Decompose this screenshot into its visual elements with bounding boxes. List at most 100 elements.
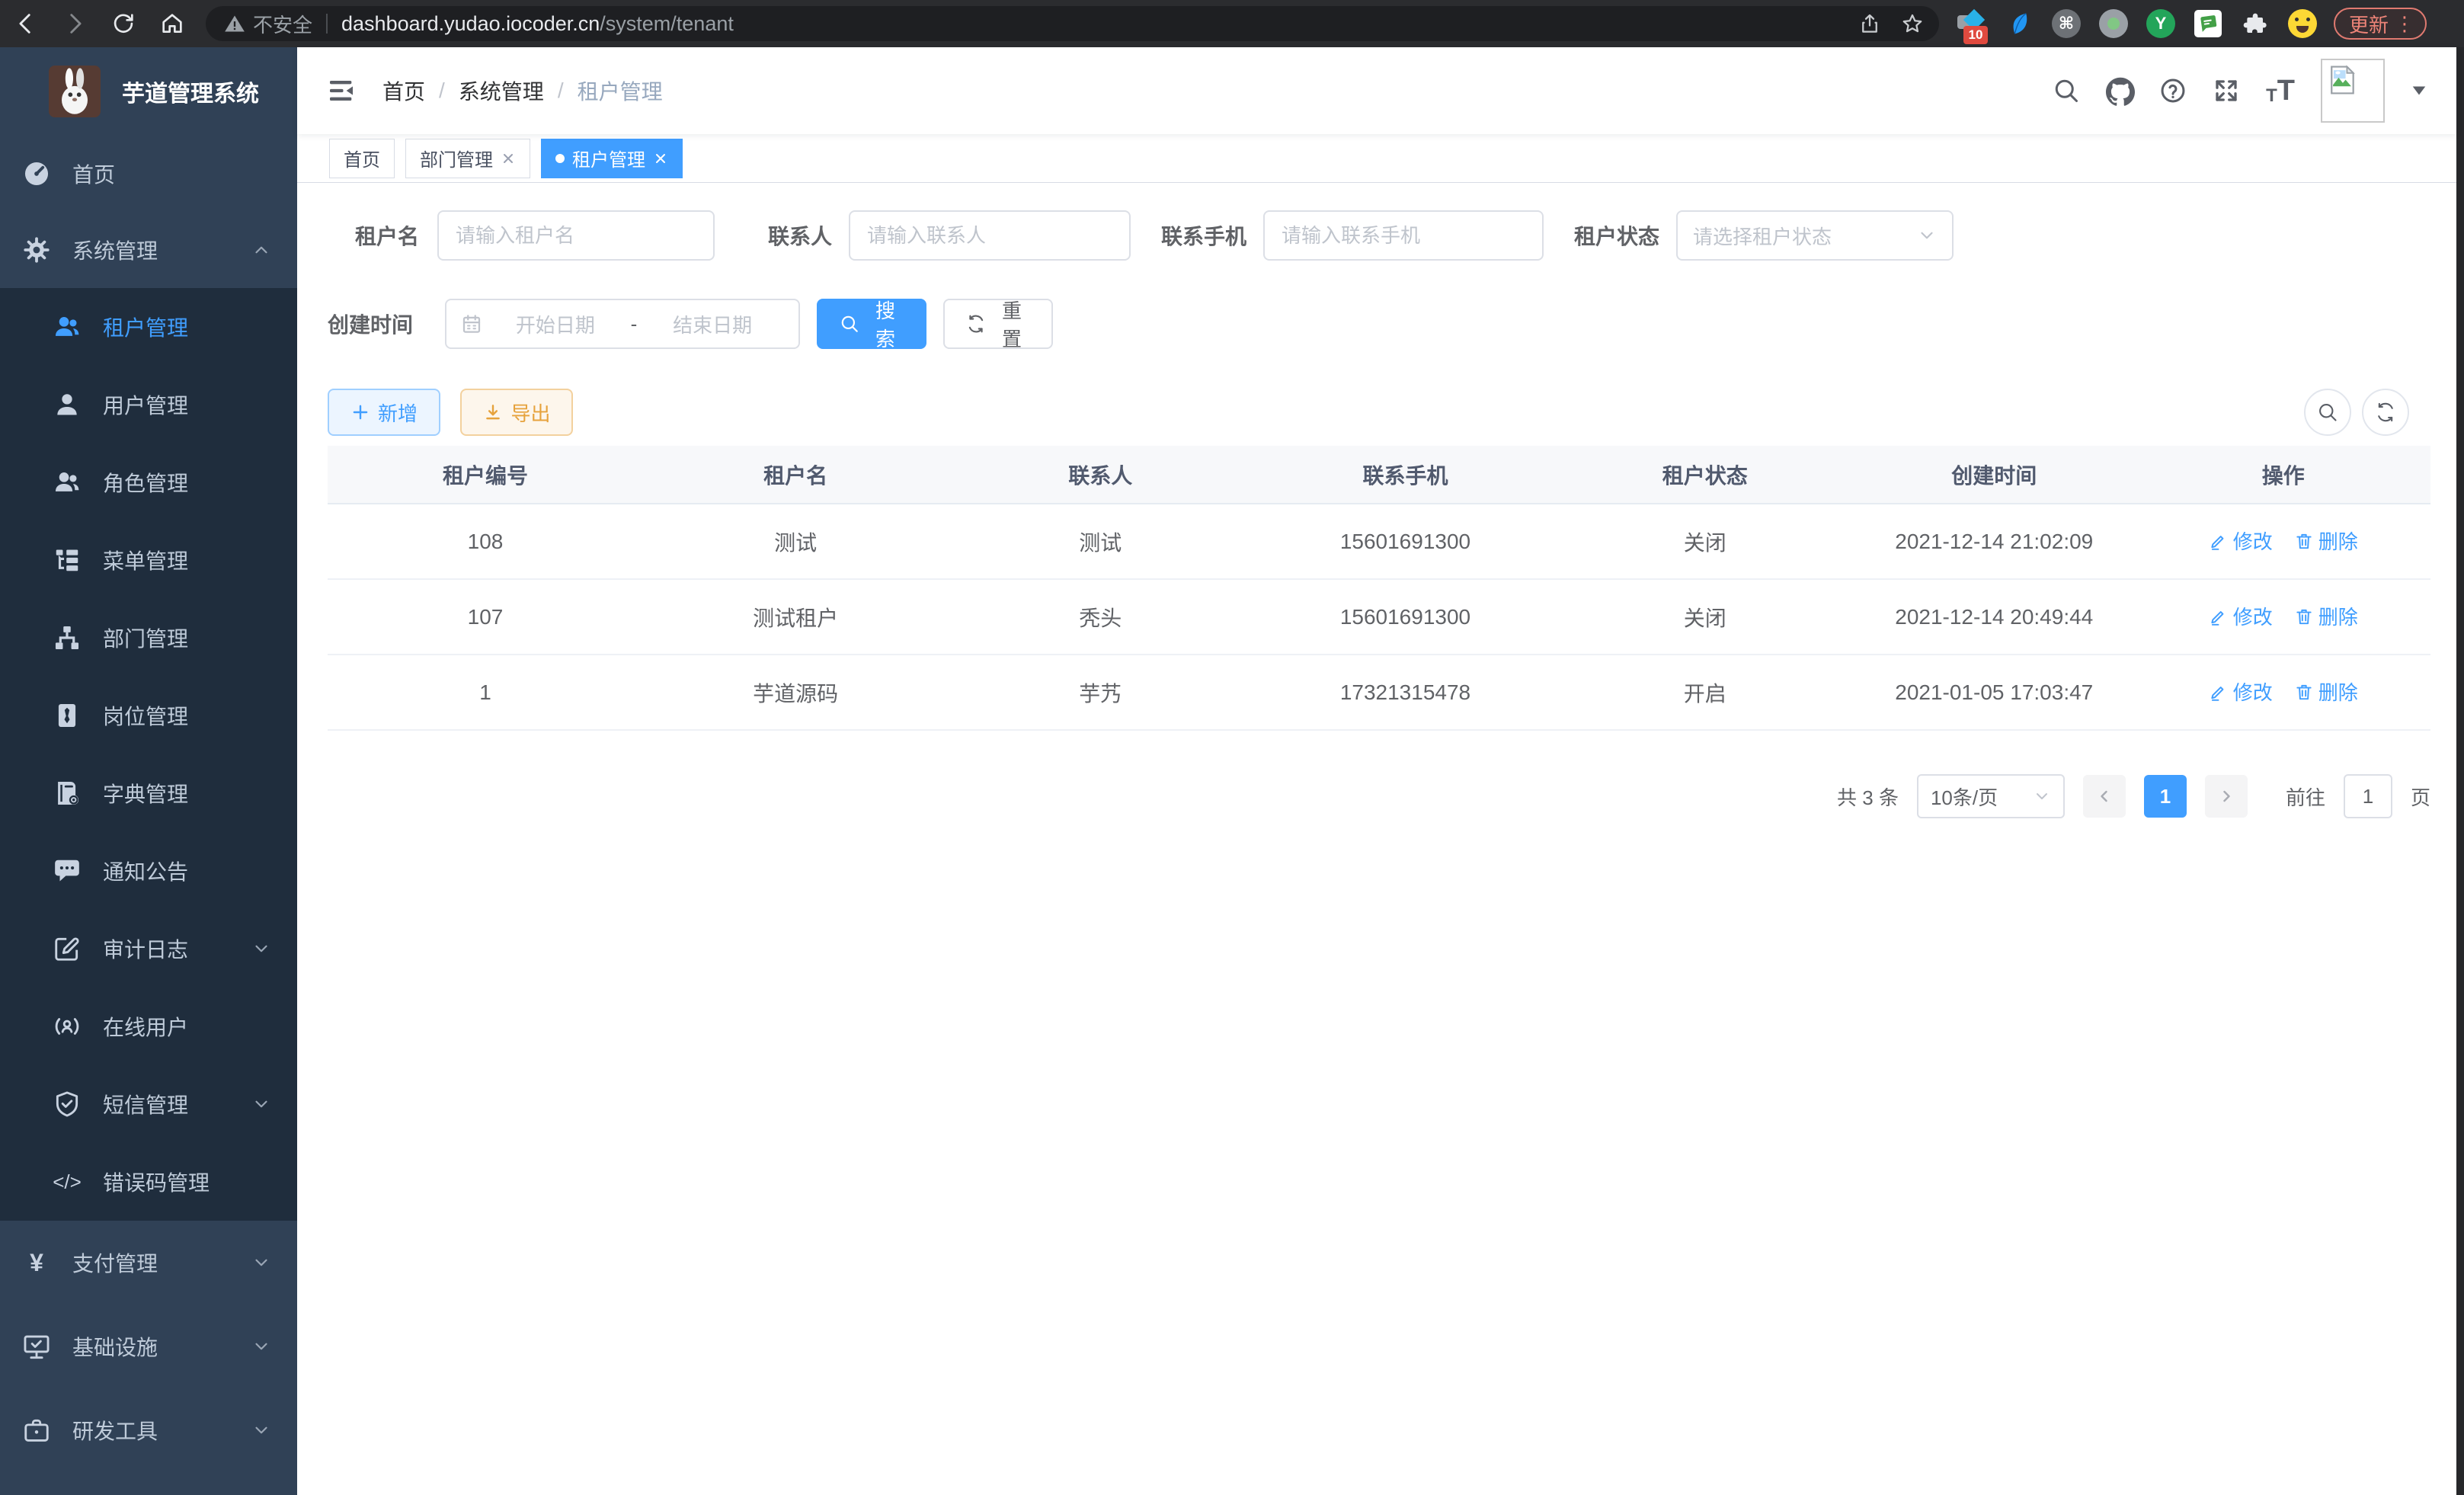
chevron-down-icon xyxy=(251,1253,271,1273)
contact-input[interactable] xyxy=(849,210,1131,261)
sidebar-item-home[interactable]: 首页 xyxy=(0,136,297,212)
sidebar-item-dict[interactable]: 字典管理 xyxy=(0,754,297,832)
system-submenu: 租户管理 用户管理 角色管理 菜单管理 部门管理 xyxy=(0,288,297,1221)
delete-link[interactable]: 删除 xyxy=(2294,602,2358,630)
chevron-right-icon xyxy=(2217,787,2235,805)
browser-menu-icon[interactable]: ⋮ xyxy=(2395,12,2414,36)
sidebar-item-sms[interactable]: 短信管理 xyxy=(0,1065,297,1143)
cell-tenant-id: 107 xyxy=(328,579,643,655)
tab-label: 首页 xyxy=(344,145,380,171)
font-size-button[interactable]: TT xyxy=(2266,76,2295,105)
show-search-toggle-button[interactable] xyxy=(2304,389,2351,436)
sidebar-item-dept[interactable]: 部门管理 xyxy=(0,599,297,677)
fullscreen-button[interactable] xyxy=(2213,77,2240,104)
next-page-button[interactable] xyxy=(2205,775,2248,818)
avatar[interactable] xyxy=(2321,59,2385,123)
reset-button[interactable]: 重置 xyxy=(943,299,1053,349)
url-host[interactable]: dashboard.yudao.iocoder.cn xyxy=(341,12,600,36)
sidebar-item-infra[interactable]: 基础设施 xyxy=(0,1305,297,1388)
phone-label: 联系手机 xyxy=(1161,220,1246,251)
sidebar-item-devtools[interactable]: 研发工具 xyxy=(0,1388,297,1472)
delete-link[interactable]: 删除 xyxy=(2294,677,2358,706)
header-search-button[interactable] xyxy=(2053,77,2080,104)
sidebar-toggle-button[interactable] xyxy=(326,75,357,106)
avatar-dropdown-caret[interactable] xyxy=(2411,85,2427,97)
goto-page-input[interactable] xyxy=(2344,774,2392,818)
search-button[interactable]: 搜索 xyxy=(817,299,926,349)
sidebar-item-role[interactable]: 角色管理 xyxy=(0,443,297,521)
extension-y-icon[interactable]: Y xyxy=(2146,9,2175,38)
delete-link[interactable]: 删除 xyxy=(2294,527,2358,555)
cell-tenant-name: 测试 xyxy=(643,504,948,579)
sidebar-item-post[interactable]: 岗位管理 xyxy=(0,677,297,754)
sidebar-item-menu[interactable]: 菜单管理 xyxy=(0,521,297,599)
extension-chat-icon[interactable] xyxy=(2194,9,2222,38)
browser-reload-button[interactable] xyxy=(108,8,139,39)
page-number-1[interactable]: 1 xyxy=(2144,775,2187,818)
tab-tenant[interactable]: 租户管理 xyxy=(541,139,683,178)
sidebar-item-audit-log[interactable]: 审计日志 xyxy=(0,910,297,988)
prev-page-button[interactable] xyxy=(2083,775,2126,818)
tab-label: 部门管理 xyxy=(420,145,493,171)
reset-button-label: 重置 xyxy=(994,296,1030,352)
edit-link[interactable]: 修改 xyxy=(2209,602,2273,630)
close-icon[interactable] xyxy=(501,151,516,166)
chevron-down-icon xyxy=(1917,226,1937,245)
browser-home-button[interactable] xyxy=(157,8,187,39)
cell-created: 2021-01-05 17:03:47 xyxy=(1852,655,2136,730)
search-icon xyxy=(2053,77,2080,104)
tab-home[interactable]: 首页 xyxy=(329,139,395,178)
online-user-icon xyxy=(53,1012,82,1041)
profile-avatar-icon[interactable] xyxy=(2288,9,2317,38)
page-size-select[interactable]: 10条/页 xyxy=(1917,774,2065,818)
sidebar-item-system[interactable]: 系统管理 xyxy=(0,212,297,288)
tab-dept[interactable]: 部门管理 xyxy=(405,139,530,178)
chevron-left-icon xyxy=(2095,787,2114,805)
edit-link[interactable]: 修改 xyxy=(2209,527,2273,555)
sidebar-item-pay[interactable]: ¥ 支付管理 xyxy=(0,1221,297,1305)
sidebar-item-online-user[interactable]: 在线用户 xyxy=(0,988,297,1065)
add-button[interactable]: 新增 xyxy=(328,389,440,436)
extension-pin-icon[interactable]: 10 xyxy=(1957,9,1986,38)
close-icon[interactable] xyxy=(653,151,668,166)
sidebar: 芋道管理系统 首页 系统管理 租户管理 用户管理 xyxy=(0,47,297,1495)
github-button[interactable] xyxy=(2106,77,2133,104)
sidebar-item-user[interactable]: 用户管理 xyxy=(0,366,297,443)
help-button[interactable] xyxy=(2159,77,2187,104)
chevron-down-icon xyxy=(2033,787,2051,805)
sidebar-item-label: 审计日志 xyxy=(103,933,188,964)
roles-icon xyxy=(53,468,82,497)
status-select[interactable]: 请选择租户状态 xyxy=(1676,210,1954,261)
sidebar-item-tenant[interactable]: 租户管理 xyxy=(0,288,297,366)
table-header-row: 租户编号 租户名 联系人 联系手机 租户状态 创建时间 操作 xyxy=(328,446,2430,504)
url-path[interactable]: /system/tenant xyxy=(600,12,734,36)
extension-dot-icon[interactable] xyxy=(2099,9,2128,38)
sidebar-item-error-code[interactable]: </> 错误码管理 xyxy=(0,1143,297,1221)
search-icon xyxy=(2317,402,2338,423)
address-bar[interactable]: 不安全 dashboard.yudao.iocoder.cn/system/te… xyxy=(206,6,1939,41)
tenant-name-input[interactable] xyxy=(437,210,715,261)
create-time-range-picker[interactable]: 开始日期 - 结束日期 xyxy=(445,299,800,349)
export-button[interactable]: 导出 xyxy=(460,389,573,436)
refresh-table-button[interactable] xyxy=(2362,389,2409,436)
sidebar-logo-row[interactable]: 芋道管理系统 xyxy=(0,47,297,136)
breadcrumb-system[interactable]: 系统管理 xyxy=(459,75,544,106)
update-label: 更新 xyxy=(2349,10,2389,38)
security-label[interactable]: 不安全 xyxy=(253,10,312,38)
browser-forward-button[interactable] xyxy=(59,8,90,39)
extension-command-icon[interactable]: ⌘ xyxy=(2052,9,2081,38)
browser-back-button[interactable] xyxy=(11,8,41,39)
export-button-label: 导出 xyxy=(510,399,550,427)
bookmark-star-icon[interactable] xyxy=(1901,12,1924,35)
phone-input[interactable] xyxy=(1263,210,1544,261)
share-icon[interactable] xyxy=(1858,12,1881,35)
sidebar-item-notice[interactable]: 通知公告 xyxy=(0,832,297,910)
edit-link[interactable]: 修改 xyxy=(2209,677,2273,706)
browser-update-button[interactable]: 更新 ⋮ xyxy=(2334,8,2427,40)
breadcrumb-home[interactable]: 首页 xyxy=(382,75,425,106)
trash-icon xyxy=(2294,607,2314,626)
plus-icon xyxy=(350,402,370,422)
extension-puzzle-icon[interactable] xyxy=(2241,9,2270,38)
extension-kite-icon[interactable] xyxy=(2005,9,2034,38)
github-icon xyxy=(2106,77,2135,106)
